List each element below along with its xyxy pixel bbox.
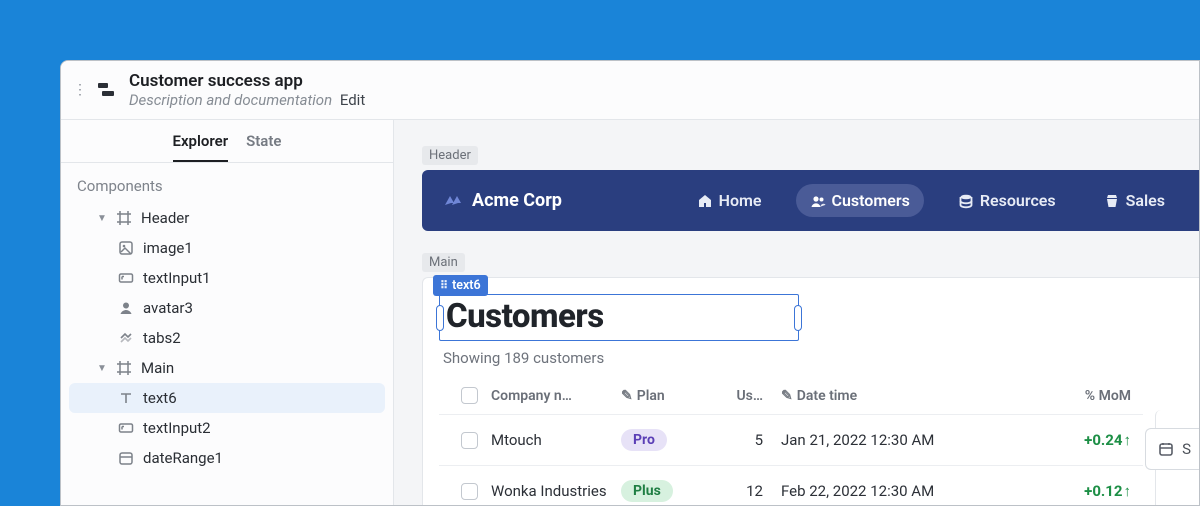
calendar-icon: [1158, 441, 1174, 457]
tree-item-textinput2[interactable]: textInput2: [69, 413, 385, 443]
database-icon: [958, 193, 974, 209]
tree-item-label: image1: [143, 239, 193, 257]
tabs-icon: [117, 329, 135, 347]
app-subtitle: Description and documentation Edit: [129, 91, 365, 109]
app-title-group: Customer success app Description and doc…: [129, 71, 365, 109]
table-row[interactable]: Wonka Industries Plus 12 Feb 22, 2022 12…: [439, 466, 1143, 505]
tree-item-avatar3[interactable]: avatar3: [69, 293, 385, 323]
nav-sales[interactable]: Sales: [1090, 184, 1179, 217]
drag-handle-icon[interactable]: ⋮: [73, 88, 83, 92]
cell-date: Feb 22, 2022 12:30 AM: [781, 482, 1011, 500]
col-mom[interactable]: % MoM: [1011, 388, 1131, 404]
preview-header-bar: Acme Corp Home Customers Resources: [422, 170, 1199, 231]
date-range-button[interactable]: S: [1145, 428, 1199, 470]
pencil-icon: ✎: [781, 388, 793, 404]
tree-item-image1[interactable]: image1: [69, 233, 385, 263]
tree-item-label: Main: [141, 359, 174, 377]
tree-item-label: textInput2: [143, 419, 211, 437]
brand-logo[interactable]: Acme Corp: [442, 190, 562, 212]
col-company[interactable]: Company n…: [491, 388, 621, 404]
textinput-icon: [117, 419, 135, 437]
avatar-icon: [117, 299, 135, 317]
app-window: ⋮ Customer success app Description and d…: [60, 60, 1200, 506]
plan-badge: Pro: [621, 429, 667, 451]
nav-sales-label: Sales: [1126, 191, 1165, 210]
tree-item-textinput1[interactable]: textInput1: [69, 263, 385, 293]
cell-date: Jan 21, 2022 12:30 AM: [781, 431, 1011, 449]
row-checkbox[interactable]: [461, 432, 478, 449]
pencil-icon: ✎: [621, 388, 633, 404]
tree-item-label: tabs2: [143, 329, 181, 347]
selected-component-text6[interactable]: Customers: [439, 294, 799, 341]
caret-down-icon: ▼: [97, 363, 107, 374]
tree-item-label: avatar3: [143, 299, 193, 317]
app-logo-icon: [95, 79, 117, 101]
col-plan[interactable]: ✎Plan: [621, 388, 721, 404]
cell-mom: +0.24: [1011, 431, 1131, 449]
page-subtitle: Showing 189 customers: [443, 349, 1183, 367]
tree-item-tabs2[interactable]: tabs2: [69, 323, 385, 353]
nav-customers-label: Customers: [832, 191, 910, 210]
plan-badge: Plus: [621, 480, 673, 502]
textinput-icon: [117, 269, 135, 287]
nav-resources[interactable]: Resources: [944, 184, 1070, 217]
tree-item-label: Header: [141, 209, 189, 227]
cell-users: 12: [721, 482, 781, 500]
tree-item-label: text6: [143, 389, 177, 407]
sidebar-tabs: Explorer State: [61, 120, 393, 163]
frame-icon: [115, 209, 133, 227]
app-header: ⋮ Customer success app Description and d…: [61, 61, 1199, 120]
preview-main-panel: text6 Customers Showing 189 customers Co…: [422, 277, 1199, 505]
brand-logo-icon: [442, 190, 464, 212]
cell-company: Mtouch: [491, 431, 621, 449]
cell-company: Wonka Industries: [491, 482, 621, 501]
text-icon: [117, 389, 135, 407]
header-section-tag: Header: [422, 146, 478, 165]
nav-customers[interactable]: Customers: [796, 184, 924, 217]
tree-item-daterange1[interactable]: dateRange1: [69, 443, 385, 473]
component-tree: ▼ Header image1 textInput1 avatar3: [61, 203, 393, 473]
sales-icon: [1104, 193, 1120, 209]
brand-name: Acme Corp: [472, 190, 562, 211]
components-section-label: Components: [61, 163, 393, 203]
app-body: Explorer State Components ▼ Header image…: [61, 120, 1199, 505]
table-header: Company n… ✎Plan Us… ✎Date time % MoM: [439, 377, 1143, 415]
nav-home-label: Home: [719, 191, 762, 210]
tree-item-header[interactable]: ▼ Header: [69, 203, 385, 233]
selection-tag-label: text6: [452, 278, 481, 293]
col-users[interactable]: Us…: [721, 388, 781, 404]
tree-item-label: dateRange1: [143, 449, 223, 467]
caret-down-icon: ▼: [97, 213, 107, 224]
date-range-label: S: [1182, 440, 1191, 458]
image-icon: [117, 239, 135, 257]
select-all-checkbox[interactable]: [461, 387, 478, 404]
home-icon: [697, 193, 713, 209]
tree-item-main[interactable]: ▼ Main: [69, 353, 385, 383]
users-icon: [810, 193, 826, 209]
nav-home[interactable]: Home: [683, 184, 776, 217]
tab-explorer[interactable]: Explorer: [173, 132, 229, 162]
nav-resources-label: Resources: [980, 191, 1056, 210]
cell-mom: +0.12: [1011, 482, 1131, 500]
app-subtitle-text: Description and documentation: [129, 91, 332, 109]
tab-state[interactable]: State: [246, 132, 281, 162]
cell-users: 5: [721, 431, 781, 449]
col-date[interactable]: ✎Date time: [781, 388, 1011, 404]
daterange-icon: [117, 449, 135, 467]
main-section-tag: Main: [422, 253, 465, 272]
canvas: Header Acme Corp Home Customers Resou: [394, 120, 1199, 505]
tree-item-label: textInput1: [143, 269, 211, 287]
app-title: Customer success app: [129, 71, 365, 91]
selection-tag[interactable]: text6: [433, 275, 488, 296]
sidebar: Explorer State Components ▼ Header image…: [61, 120, 394, 505]
table-row[interactable]: Mtouch Pro 5 Jan 21, 2022 12:30 AM +0.24: [439, 415, 1143, 466]
page-title: Customers: [446, 297, 792, 336]
row-checkbox[interactable]: [461, 483, 478, 500]
customers-table: Company n… ✎Plan Us… ✎Date time % MoM Mt…: [439, 377, 1143, 505]
edit-description-link[interactable]: Edit: [340, 91, 365, 109]
frame-icon: [115, 359, 133, 377]
tree-item-text6[interactable]: text6: [69, 383, 385, 413]
